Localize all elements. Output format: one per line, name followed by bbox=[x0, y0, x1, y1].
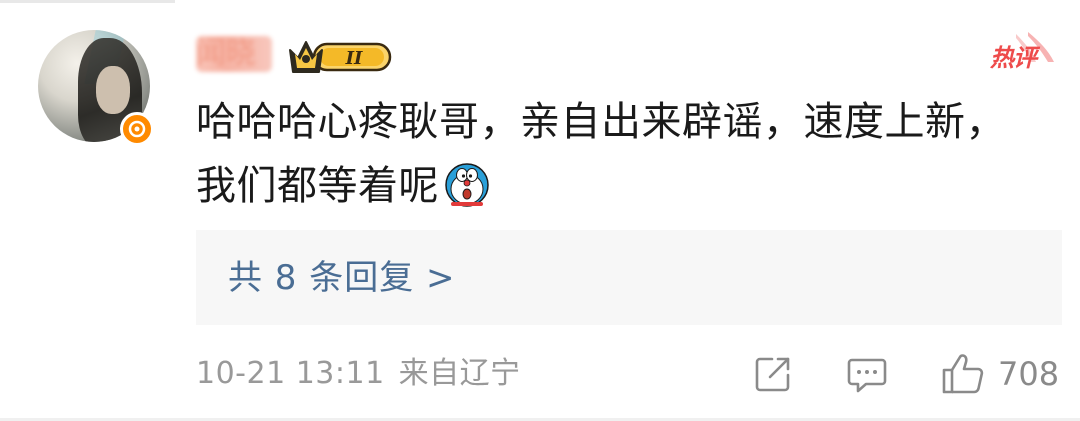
comment-icon bbox=[847, 358, 887, 393]
like-count: 708 bbox=[998, 355, 1060, 393]
share-icon bbox=[755, 357, 790, 392]
vip-level-text: II bbox=[345, 48, 363, 69]
thumbs-up-icon bbox=[942, 354, 984, 394]
hot-comment-tag: 热评 bbox=[988, 32, 1056, 72]
avatar-face bbox=[96, 66, 130, 114]
vip-crown-badge-icon[interactable]: II bbox=[286, 36, 394, 76]
comment-time: 10-21 13:11 bbox=[196, 356, 385, 391]
comment-button[interactable] bbox=[846, 350, 892, 398]
top-divider bbox=[0, 0, 175, 3]
replies-box[interactable]: 共 8 条回复 > bbox=[196, 230, 1062, 325]
verified-badge-icon bbox=[120, 112, 154, 146]
comment-meta: 10-21 13:11 来自辽宁 bbox=[196, 352, 521, 396]
comment-location: 来自辽宁 bbox=[398, 356, 521, 391]
username[interactable]: 闻晓 bbox=[196, 36, 272, 72]
comment-text: 哈哈哈心疼耿哥，亲自出来辟谣，速度上新，我们都等着呢 bbox=[196, 90, 1036, 218]
comment-body: 哈哈哈心疼耿哥，亲自出来辟谣，速度上新，我们都等着呢 bbox=[196, 99, 1006, 209]
doraemon-emoji-icon bbox=[443, 160, 491, 208]
like-button[interactable]: 708 bbox=[940, 350, 1070, 398]
share-button[interactable] bbox=[752, 350, 798, 398]
view-replies-link[interactable]: 共 8 条回复 > bbox=[228, 256, 456, 300]
hot-label: 热评 bbox=[990, 44, 1037, 72]
